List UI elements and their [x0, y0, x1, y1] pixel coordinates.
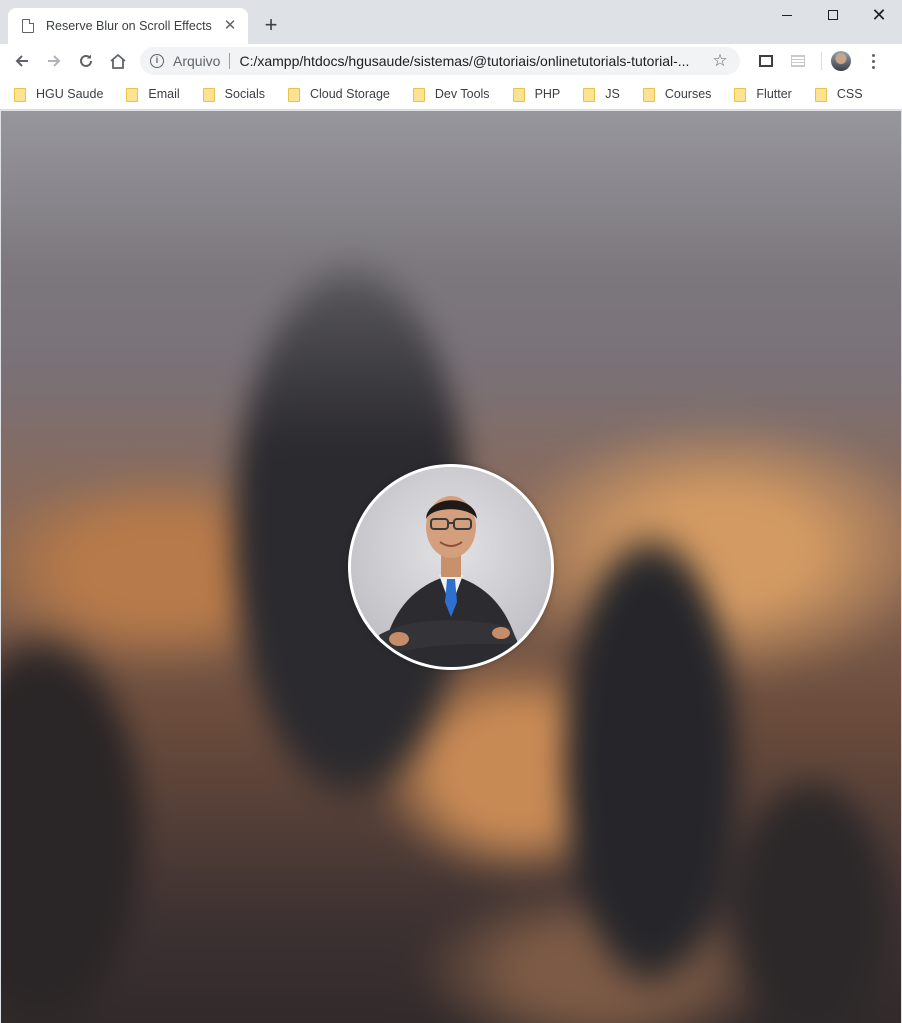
page-icon — [22, 19, 34, 33]
document-icon — [791, 55, 805, 67]
bookmark-folder-dev-tools[interactable]: Dev Tools — [409, 81, 494, 107]
bookmark-folder-php[interactable]: PHP — [509, 81, 565, 107]
bookmark-folder-cloud-storage[interactable]: Cloud Storage — [284, 81, 394, 107]
close-icon: ✕ — [871, 5, 887, 25]
folder-icon — [814, 87, 827, 102]
close-tab-icon[interactable]: ✕ — [222, 18, 238, 34]
reader-extension-button[interactable] — [784, 47, 812, 75]
maximize-button[interactable] — [810, 0, 856, 30]
bookmark-label: HGU Saude — [36, 86, 104, 101]
browser-menu-button[interactable] — [865, 47, 881, 75]
folder-icon — [14, 87, 26, 102]
bookmarks-bar: HGU Saude Email Socials Cloud Storage De… — [0, 78, 902, 110]
menu-dot-icon — [871, 59, 875, 63]
bookmark-label: CSS — [836, 86, 863, 101]
reload-button[interactable] — [72, 47, 100, 75]
home-button[interactable] — [104, 47, 132, 75]
home-icon — [110, 53, 126, 69]
folder-icon — [412, 87, 425, 102]
bookmark-label: JS — [605, 86, 620, 101]
folder-icon — [287, 87, 300, 102]
browser-tab[interactable]: Reserve Blur on Scroll Effects ✕ — [8, 8, 248, 44]
new-tab-button[interactable]: + — [260, 14, 282, 36]
tab-title: Reserve Blur on Scroll Effects — [46, 19, 212, 33]
url-text[interactable]: C:/xampp/htdocs/hgusaude/sistemas/@tutor… — [239, 53, 710, 69]
back-button[interactable] — [8, 47, 36, 75]
toolbar-divider — [821, 52, 822, 70]
bookmark-folder-courses[interactable]: Courses — [639, 81, 716, 107]
bookmark-label: Courses — [664, 86, 712, 101]
bookmark-star-icon[interactable]: ☆ — [710, 51, 730, 71]
bookmark-folder-hgu-saude[interactable]: HGU Saude — [10, 81, 107, 107]
bookmark-label: Dev Tools — [434, 86, 490, 101]
person-portrait — [351, 467, 551, 667]
bookmark-folder-js[interactable]: JS — [579, 81, 624, 107]
omnibox-divider — [229, 53, 231, 69]
folder-icon — [642, 87, 655, 102]
bookmark-label: Cloud Storage — [309, 86, 390, 101]
bookmark-label: PHP — [534, 86, 561, 101]
window-controls: ✕ — [764, 0, 902, 30]
folder-icon — [583, 87, 596, 102]
arrow-left-icon — [15, 55, 28, 67]
folder-icon — [734, 87, 747, 102]
screen-capture-icon — [759, 55, 773, 67]
menu-dot-icon — [871, 65, 875, 69]
folder-icon — [512, 87, 525, 102]
info-icon[interactable]: i — [150, 54, 164, 68]
reload-icon — [80, 54, 92, 67]
menu-dot-icon — [871, 53, 875, 57]
tab-strip: Reserve Blur on Scroll Effects ✕ + ✕ — [0, 0, 902, 44]
address-bar[interactable]: i Arquivo C:/xampp/htdocs/hgusaude/siste… — [140, 47, 740, 75]
forward-button[interactable] — [40, 47, 68, 75]
profile-avatar[interactable] — [831, 51, 851, 71]
arrow-right-icon — [48, 55, 61, 67]
maximize-icon — [828, 10, 838, 20]
site-info-label[interactable]: Arquivo — [173, 53, 220, 69]
bookmark-folder-socials[interactable]: Socials — [199, 81, 269, 107]
page-viewport[interactable] — [1, 111, 901, 1023]
screenshot-extension-button[interactable] — [752, 47, 780, 75]
browser-toolbar: i Arquivo C:/xampp/htdocs/hgusaude/siste… — [0, 44, 902, 78]
bookmark-folder-email[interactable]: Email — [122, 81, 183, 107]
bookmark-folder-css[interactable]: CSS — [811, 81, 867, 107]
folder-icon — [126, 87, 139, 102]
bookmark-label: Flutter — [756, 86, 792, 101]
profile-photo — [348, 464, 554, 670]
bookmark-folder-flutter[interactable]: Flutter — [730, 81, 795, 107]
minimize-icon — [782, 14, 792, 16]
bookmark-label: Socials — [224, 86, 265, 101]
close-window-button[interactable]: ✕ — [856, 0, 902, 30]
minimize-button[interactable] — [764, 0, 810, 30]
folder-icon — [202, 87, 215, 102]
bookmark-label: Email — [148, 86, 180, 101]
